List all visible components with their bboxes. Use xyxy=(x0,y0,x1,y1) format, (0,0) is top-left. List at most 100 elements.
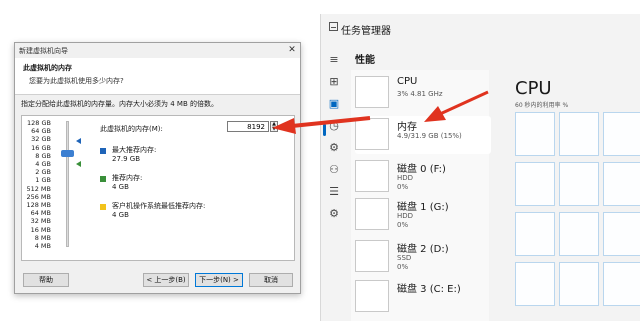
scale-tick: 8 MB xyxy=(34,233,51,242)
memory-spinner[interactable]: ▲ ▼ xyxy=(270,121,278,132)
resource-card-disk0[interactable]: 磁盘 0 (F:) HDD 0% xyxy=(355,158,491,196)
card-detail: SSD 0% xyxy=(397,254,412,271)
card-name: CPU xyxy=(397,76,418,87)
services-icon[interactable]: ⚙ xyxy=(327,206,341,220)
core-graph xyxy=(603,162,640,206)
new-vm-wizard-dialog: 新建虚拟机向导 ✕ 此虚拟机的内存 您要为此虚拟机使用多少内存? 指定分配给此虚… xyxy=(14,42,301,294)
disk-mini-graph xyxy=(355,240,389,272)
scale-tick: 2 GB xyxy=(35,168,51,177)
core-graph xyxy=(603,212,640,256)
card-detail: HDD 0% xyxy=(397,212,414,229)
rail-active-indicator xyxy=(323,124,326,136)
legend-swatch-recommended xyxy=(100,176,106,182)
dialog-titlebar: 新建虚拟机向导 ✕ xyxy=(15,43,300,58)
core-graph xyxy=(603,262,640,306)
scale-tick: 16 MB xyxy=(30,225,51,234)
task-manager-window: 任务管理器 ≡ ⊞ ▣ ◷ ⚙ ⚇ ☰ ⚙ 性能 CPU 3% 4.81 GHz… xyxy=(320,14,640,321)
memory-label: 此虚拟机的内存(M): xyxy=(100,125,163,133)
scale-tick: 16 GB xyxy=(31,143,51,152)
wizard-heading: 此虚拟机的内存 xyxy=(23,64,72,72)
apps-icon[interactable]: ⊞ xyxy=(327,74,341,88)
core-graph xyxy=(559,212,599,256)
scale-tick: 1 GB xyxy=(35,176,51,185)
memory-panel: 128 GB 64 GB 32 GB 16 GB 8 GB 4 GB 2 GB … xyxy=(21,115,295,261)
disk-mini-graph xyxy=(355,198,389,230)
cpu-detail-panel: CPU 60 秒内的利用率 % xyxy=(501,70,640,321)
scale-tick: 32 MB xyxy=(30,217,51,226)
scale-tick: 256 MB xyxy=(26,192,51,201)
cpu-core-graphs xyxy=(515,112,640,321)
task-manager-title: 任务管理器 xyxy=(341,26,391,37)
legend-max-title: 最大推荐内存: xyxy=(112,146,157,154)
scale-tick: 64 GB xyxy=(31,127,51,136)
detail-title: CPU xyxy=(515,78,552,99)
legend-recommended-title: 推荐内存: xyxy=(112,174,143,182)
dialog-title: 新建虚拟机向导 xyxy=(19,47,68,55)
core-graph xyxy=(515,162,555,206)
nav-rail: ≡ ⊞ ▣ ◷ ⚙ ⚇ ☰ ⚙ xyxy=(321,40,349,321)
resource-card-disk1[interactable]: 磁盘 1 (G:) HDD 0% xyxy=(355,196,491,234)
disk-mini-graph xyxy=(355,160,389,192)
core-graph xyxy=(559,262,599,306)
card-name: 磁盘 1 (G:) xyxy=(397,202,449,213)
next-button[interactable]: 下一步(N) > xyxy=(195,273,243,287)
legend-min-title: 客户机操作系统最低推荐内存: xyxy=(112,202,206,210)
scale-tick: 8 GB xyxy=(35,151,51,160)
back-button[interactable]: < 上一步(B) xyxy=(143,273,189,287)
section-title: 性能 xyxy=(355,55,375,66)
details-icon[interactable]: ☰ xyxy=(327,184,341,198)
card-detail: 3% 4.81 GHz xyxy=(397,90,443,98)
wizard-header: 此虚拟机的内存 您要为此虚拟机使用多少内存? xyxy=(15,58,300,95)
disk-mini-graph xyxy=(355,280,389,312)
legend-swatch-min xyxy=(100,204,106,210)
card-name: 内存 xyxy=(397,122,417,133)
scale-tick: 64 MB xyxy=(30,209,51,218)
cancel-button[interactable]: 取消 xyxy=(249,273,293,287)
recommended-marker xyxy=(76,161,81,167)
card-detail: HDD 0% xyxy=(397,174,414,191)
memory-scale: 128 GB 64 GB 32 GB 16 GB 8 GB 4 GB 2 GB … xyxy=(25,119,55,255)
core-graph xyxy=(559,162,599,206)
resource-card-cpu[interactable]: CPU 3% 4.81 GHz xyxy=(355,74,491,112)
memory-input[interactable] xyxy=(227,121,269,132)
scale-tick: 128 GB xyxy=(27,119,51,127)
resource-card-memory[interactable]: 内存 4.9/31.9 GB (15%) xyxy=(355,116,491,154)
max-recommended-marker xyxy=(76,138,81,144)
performance-icon[interactable]: ▣ xyxy=(327,96,341,110)
users-icon[interactable]: ⚇ xyxy=(327,162,341,176)
memory-mini-graph xyxy=(355,118,389,150)
scale-tick: 128 MB xyxy=(26,201,51,209)
card-name: 磁盘 0 (F:) xyxy=(397,164,446,175)
legend-recommended-value: 4 GB xyxy=(112,183,129,191)
scale-tick: 4 GB xyxy=(35,160,51,168)
resource-list: CPU 3% 4.81 GHz 内存 4.9/31.9 GB (15%) 磁盘 … xyxy=(351,70,491,321)
wizard-instruction: 指定分配给此虚拟机的内存量。内存大小必须为 4 MB 的倍数。 xyxy=(21,100,218,108)
task-manager-app-icon xyxy=(329,22,338,31)
core-graph xyxy=(515,112,555,156)
resource-card-disk3[interactable]: 磁盘 3 (C: E:) xyxy=(355,278,491,316)
resource-card-disk2[interactable]: 磁盘 2 (D:) SSD 0% xyxy=(355,238,491,276)
core-graph xyxy=(515,262,555,306)
card-name: 磁盘 2 (D:) xyxy=(397,244,449,255)
detail-subtitle: 60 秒内的利用率 % xyxy=(515,102,569,109)
hamburger-icon[interactable]: ≡ xyxy=(327,52,341,66)
core-graph xyxy=(515,212,555,256)
legend-swatch-max xyxy=(100,148,106,154)
core-graph xyxy=(559,112,599,156)
cpu-mini-graph xyxy=(355,76,389,108)
help-button[interactable]: 帮助 xyxy=(23,273,69,287)
startup-icon[interactable]: ⚙ xyxy=(327,140,341,154)
scale-tick: 32 GB xyxy=(31,135,51,144)
legend-min-value: 4 GB xyxy=(112,211,129,219)
card-name: 磁盘 3 (C: E:) xyxy=(397,284,461,295)
scale-tick: 4 MB xyxy=(34,242,51,250)
memory-slider-thumb[interactable] xyxy=(61,150,74,157)
legend-max-value: 27.9 GB xyxy=(112,155,141,163)
core-graph xyxy=(603,112,640,156)
memory-slider-track[interactable] xyxy=(66,121,69,247)
wizard-buttons: 帮助 < 上一步(B) 下一步(N) > 取消 xyxy=(21,273,295,289)
history-icon[interactable]: ◷ xyxy=(327,118,341,132)
card-detail: 4.9/31.9 GB (15%) xyxy=(397,132,462,140)
wizard-subheading: 您要为此虚拟机使用多少内存? xyxy=(29,77,124,85)
close-icon[interactable]: ✕ xyxy=(286,44,298,56)
